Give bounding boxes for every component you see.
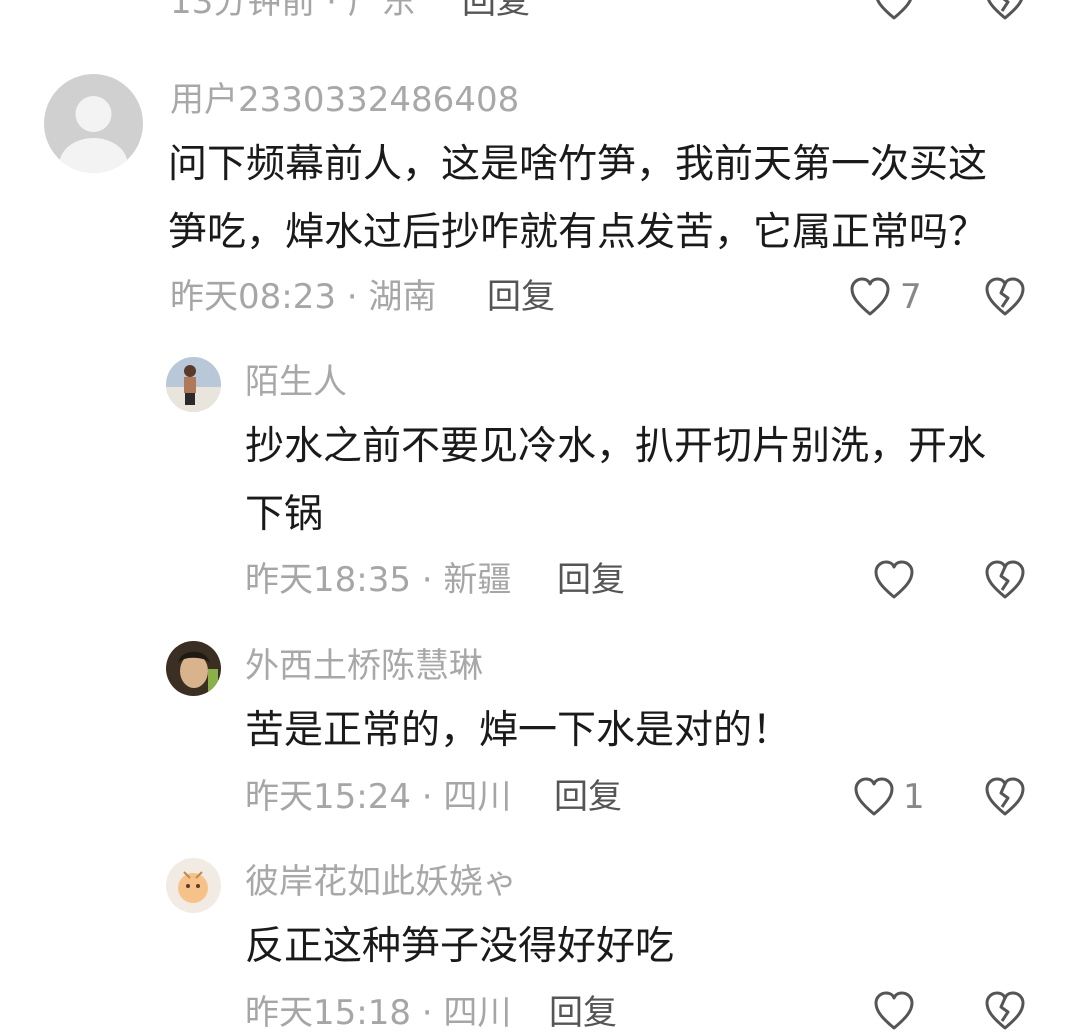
comment-line: 苦是正常的，焯一下水是对的！	[245, 708, 792, 753]
broken-heart-icon[interactable]	[983, 990, 1027, 1032]
broken-heart-icon[interactable]	[983, 559, 1027, 601]
comment-line: 反正这种笋子没得好好吃	[245, 924, 675, 969]
comment-meta: 昨天08:23 · 湖南	[170, 277, 437, 317]
comment-line: 问下频幕前人，这是啥竹笋，我前天第一次买这	[168, 142, 988, 187]
reply-button[interactable]: 回复	[462, 0, 530, 22]
avatar[interactable]	[166, 641, 221, 696]
comment-text: 反正这种笋子没得好好吃	[245, 913, 674, 981]
heart-icon[interactable]	[848, 276, 892, 318]
avatar[interactable]	[166, 858, 221, 913]
heart-icon[interactable]	[852, 776, 896, 818]
username[interactable]: 用户2330332486408	[170, 80, 519, 120]
reply-button[interactable]: 回复	[549, 993, 617, 1033]
comment-line: 抄水之前不要见冷水，扒开切片别洗，开水	[245, 424, 987, 469]
username[interactable]: 外西土桥陈慧琳	[245, 646, 483, 686]
like-count: 1	[903, 777, 925, 817]
broken-heart-icon[interactable]	[983, 0, 1027, 22]
comment-meta: 13分钟前 · 广东	[170, 0, 416, 22]
comment-meta: 昨天15:18 · 四川	[245, 993, 512, 1033]
like-count: 7	[900, 277, 922, 317]
reply-button[interactable]: 回复	[554, 777, 622, 817]
reply-button[interactable]: 回复	[557, 560, 625, 600]
username[interactable]: 彼岸花如此妖娆ゃ	[245, 862, 517, 902]
broken-heart-icon[interactable]	[983, 776, 1027, 818]
heart-icon[interactable]	[872, 990, 916, 1032]
comment-text: 苦是正常的，焯一下水是对的！	[245, 697, 791, 765]
comment-line: 笋吃，焯水过后抄咋就有点发苦，它属正常吗？	[168, 210, 988, 255]
comment-meta: 昨天18:35 · 新疆	[245, 560, 512, 600]
comment-meta: 昨天15:24 · 四川	[245, 777, 512, 817]
comment-line: 下锅	[245, 492, 324, 537]
avatar[interactable]	[44, 74, 143, 173]
comment-text: 问下频幕前人，这是啥竹笋，我前天第一次买这 笋吃，焯水过后抄咋就有点发苦，它属正…	[168, 131, 987, 267]
broken-heart-icon[interactable]	[983, 276, 1027, 318]
heart-icon[interactable]	[872, 0, 916, 22]
comment-text: 抄水之前不要见冷水，扒开切片别洗，开水 下锅	[245, 413, 986, 549]
heart-icon[interactable]	[872, 559, 916, 601]
avatar[interactable]	[166, 357, 221, 412]
username[interactable]: 陌生人	[245, 362, 347, 402]
reply-button[interactable]: 回复	[487, 277, 555, 317]
